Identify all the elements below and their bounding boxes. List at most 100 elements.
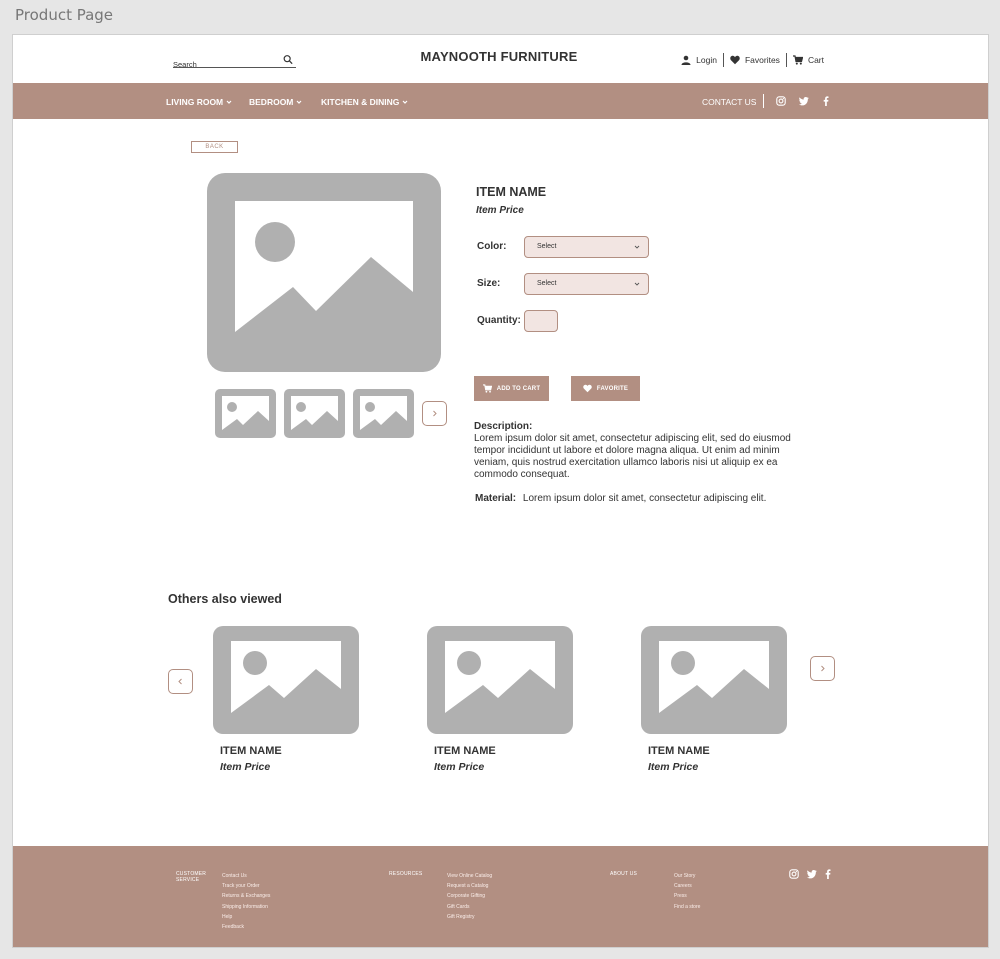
color-select-value: Select: [537, 243, 557, 250]
footer-link[interactable]: Corporate Gifting: [447, 891, 492, 901]
favorite-button[interactable]: FAVORITE: [571, 376, 640, 401]
image-placeholder-icon: [360, 396, 407, 430]
size-select-value: Select: [537, 280, 557, 287]
color-select[interactable]: Select: [524, 236, 649, 258]
facebook-icon[interactable]: [823, 869, 833, 879]
product-page: MAYNOOTH FURNITURE Login Favorites Car: [12, 34, 989, 948]
related-product-image[interactable]: [641, 626, 787, 734]
others-also-viewed-title: Others also viewed: [168, 592, 282, 606]
carousel-next-button[interactable]: [810, 656, 835, 681]
product-thumbnail[interactable]: [215, 389, 276, 438]
chevron-down-icon: [226, 100, 232, 104]
product-main-image: [207, 173, 441, 372]
nav-label: KITCHEN & DINING: [321, 97, 400, 107]
product-description: Description: Lorem ipsum dolor sit amet,…: [474, 421, 814, 481]
footer-resources-links: View Online Catalog Request a Catalog Co…: [447, 871, 492, 922]
related-product-price: Item Price: [220, 761, 271, 773]
nav-living-room[interactable]: LIVING ROOM: [166, 97, 232, 107]
material-text: Lorem ipsum dolor sit amet, consectetur …: [522, 493, 767, 504]
carousel-prev-button[interactable]: [168, 669, 193, 694]
add-to-cart-label: ADD TO CART: [496, 385, 541, 392]
chevron-left-icon: [178, 678, 182, 685]
cart-link[interactable]: Cart: [787, 55, 830, 65]
related-product-price: Item Price: [434, 761, 485, 773]
login-link[interactable]: Login: [675, 55, 723, 65]
back-button[interactable]: BACK: [191, 141, 238, 153]
footer-heading-line: SERVICE: [176, 877, 200, 883]
add-to-cart-button[interactable]: ADD TO CART: [474, 376, 549, 401]
instagram-icon[interactable]: [789, 869, 799, 879]
account-links: Login Favorites Cart: [675, 53, 830, 67]
footer-link[interactable]: Press: [674, 891, 700, 901]
description-label: Description:: [474, 421, 533, 432]
related-product-name[interactable]: ITEM NAME: [434, 745, 496, 757]
instagram-icon[interactable]: [776, 96, 786, 106]
nav-bedroom[interactable]: BEDROOM: [249, 97, 302, 107]
main-nav: LIVING ROOM BEDROOM KITCHEN & DINING CON…: [13, 83, 988, 119]
footer-link[interactable]: Our Story: [674, 871, 700, 881]
chevron-right-icon: [821, 665, 825, 672]
footer-about-links: Our Story Careers Press Find a store: [674, 871, 700, 912]
nav-label: BEDROOM: [249, 97, 294, 107]
size-label: Size:: [477, 278, 501, 289]
footer-link[interactable]: Feedback: [222, 922, 270, 932]
brand-logo[interactable]: MAYNOOTH FURNITURE: [13, 49, 985, 64]
related-product-image[interactable]: [213, 626, 359, 734]
footer-link[interactable]: Contact Us: [222, 871, 270, 881]
footer-customer-service-heading: CUSTOMER SERVICE: [176, 871, 206, 883]
user-icon: [681, 55, 691, 65]
facebook-icon[interactable]: [821, 96, 831, 106]
footer-link[interactable]: Track your Order: [222, 881, 270, 891]
footer-link[interactable]: Gift Registry: [447, 912, 492, 922]
related-product-price: Item Price: [648, 761, 699, 773]
size-select[interactable]: Select: [524, 273, 649, 295]
frame-label: Product Page: [15, 6, 114, 24]
image-placeholder-icon: [445, 641, 555, 713]
footer-link[interactable]: Request a Catalog: [447, 881, 492, 891]
material-label: Material:: [475, 493, 517, 504]
chevron-down-icon: [402, 100, 408, 104]
related-product-name[interactable]: ITEM NAME: [648, 745, 710, 757]
contact-us-link[interactable]: CONTACT US: [702, 97, 756, 107]
product-material: Material: Lorem ipsum dolor sit amet, co…: [475, 493, 766, 504]
favorite-label: FAVORITE: [596, 385, 629, 392]
color-label: Color:: [477, 241, 507, 252]
cart-icon: [792, 55, 803, 65]
image-placeholder-icon: [235, 201, 413, 332]
chevron-down-icon: [296, 100, 302, 104]
footer-link[interactable]: Gift Cards: [447, 902, 492, 912]
quantity-input[interactable]: [524, 310, 558, 332]
footer-link[interactable]: Shipping Information: [222, 902, 270, 912]
image-placeholder-icon: [659, 641, 769, 713]
description-text: Lorem ipsum dolor sit amet, consectetur …: [474, 433, 791, 480]
footer-about-heading: ABOUT US: [610, 871, 638, 877]
login-label: Login: [696, 55, 717, 65]
chevron-down-icon: [634, 245, 640, 249]
image-placeholder-icon: [231, 641, 341, 713]
cart-label: Cart: [807, 55, 824, 65]
cart-icon: [482, 384, 492, 393]
footer-link[interactable]: View Online Catalog: [447, 871, 492, 881]
footer-link[interactable]: Find a store: [674, 902, 700, 912]
chevron-right-icon: [433, 410, 437, 417]
twitter-icon[interactable]: [799, 96, 809, 106]
product-thumbnail[interactable]: [353, 389, 414, 438]
favorites-link[interactable]: Favorites: [724, 55, 786, 65]
site-footer: CUSTOMER SERVICE Contact Us Track your O…: [13, 846, 988, 947]
quantity-label: Quantity:: [477, 315, 521, 326]
footer-link[interactable]: Careers: [674, 881, 700, 891]
twitter-icon[interactable]: [807, 869, 817, 879]
heart-icon: [730, 55, 740, 65]
related-product-image[interactable]: [427, 626, 573, 734]
nav-kitchen-dining[interactable]: KITCHEN & DINING: [321, 97, 408, 107]
footer-link[interactable]: Help: [222, 912, 270, 922]
footer-customer-service-links: Contact Us Track your Order Returns & Ex…: [222, 871, 270, 932]
thumbnails-next-button[interactable]: [422, 401, 447, 426]
image-placeholder-icon: [222, 396, 269, 430]
related-product-name[interactable]: ITEM NAME: [220, 745, 282, 757]
product-thumbnail[interactable]: [284, 389, 345, 438]
nav-label: LIVING ROOM: [166, 97, 224, 107]
footer-resources-heading: RESOURCES: [389, 871, 423, 877]
footer-link[interactable]: Returns & Exchanges: [222, 891, 270, 901]
product-price: Item Price: [476, 205, 524, 216]
